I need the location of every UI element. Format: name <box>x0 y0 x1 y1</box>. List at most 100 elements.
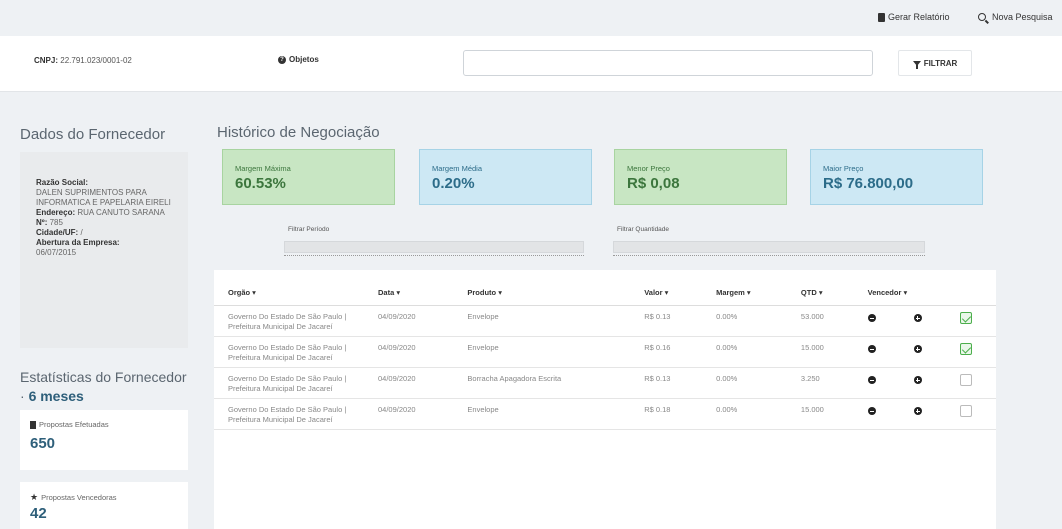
checkbox-cell <box>946 305 996 337</box>
gerar-relatorio-link[interactable]: Gerar Relatório <box>878 12 950 22</box>
filtrar-quantidade-slider[interactable] <box>613 241 925 253</box>
fornecedor-title: Dados do Fornecedor <box>20 126 166 143</box>
estatisticas-title: Estatísticas do Fornecedor · 6 meses <box>20 369 187 404</box>
endereco-label: Endereço: <box>36 208 76 217</box>
table-header-row: Orgão ▾ Data ▾ Produto ▾ Valor ▾ Margem … <box>214 270 996 306</box>
estatisticas-title-text: Estatísticas do Fornecedor <box>20 369 187 385</box>
filtrar-quantidade-label: Filtrar Quantidade <box>617 226 670 233</box>
plus-cell <box>899 398 947 430</box>
qtd-cell: 15.000 <box>786 398 854 430</box>
valor-cell: R$ 0.13 <box>630 305 703 337</box>
filtrar-button[interactable]: FILTRAR <box>898 50 972 76</box>
margem-cell: 0.00% <box>702 305 787 337</box>
filter-bar: CNPJ: 22.791.023/0001-02 ? Objetos FILTR… <box>0 36 1062 92</box>
propostas-vencedoras-label: Propostas Vencedoras <box>41 493 117 502</box>
gerar-relatorio-label: Gerar Relatório <box>888 12 950 22</box>
checkbox-cell <box>946 367 996 399</box>
question-icon: ? <box>278 55 286 64</box>
star-icon: ★ <box>30 492 39 502</box>
plus-cell <box>899 305 947 337</box>
search-icon <box>978 13 986 21</box>
maior-preco-value: R$ 76.800,00 <box>823 175 914 192</box>
margem-cell: 0.00% <box>702 336 787 368</box>
filtrar-periodo-slider[interactable] <box>284 241 584 253</box>
propostas-efetuadas-value: 650 <box>30 435 56 452</box>
document-icon <box>30 420 36 429</box>
col-qtd[interactable]: QTD ▾ <box>786 270 854 306</box>
valor-cell: R$ 0.18 <box>630 398 703 430</box>
maior-preco-card: Maior Preço R$ 76.800,00 <box>810 149 983 205</box>
col-data[interactable]: Data ▾ <box>364 270 454 306</box>
filtrar-quantidade-slider-group: Filtrar Quantidade <box>613 226 925 259</box>
col-valor[interactable]: Valor ▾ <box>630 270 703 306</box>
col-produto[interactable]: Produto ▾ <box>453 270 631 306</box>
abertura-value: 06/07/2015 <box>36 248 77 257</box>
orgao-cell: Governo Do Estado De São Paulo | Prefeit… <box>214 305 364 337</box>
table-row: Governo Do Estado De São Paulo | Prefeit… <box>214 305 996 337</box>
row-checkbox[interactable] <box>960 343 973 355</box>
row-checkbox[interactable] <box>960 374 973 386</box>
maior-preco-label: Maior Preço <box>823 164 864 173</box>
minus-circle-icon[interactable] <box>867 314 876 322</box>
plus-circle-icon[interactable] <box>913 345 922 353</box>
razao-label: Razão Social: <box>36 178 89 187</box>
produto-cell: Envelope <box>453 398 631 430</box>
orgao-cell: Governo Do Estado De São Paulo | Prefeit… <box>214 336 364 368</box>
qtd-cell: 3.250 <box>786 367 854 399</box>
plus-circle-icon[interactable] <box>913 376 922 384</box>
margem-maxima-value: 60.53% <box>235 175 286 192</box>
minus-cell <box>853 336 900 368</box>
fornecedor-card: Razão Social: DALEN SUPRIMENTOS PARA INF… <box>20 152 188 348</box>
col-select <box>946 270 996 306</box>
negociacao-table-card: Orgão ▾ Data ▾ Produto ▾ Valor ▾ Margem … <box>214 270 996 529</box>
checkbox-cell <box>946 398 996 430</box>
menor-preco-label: Menor Preço <box>627 164 670 173</box>
valor-cell: R$ 0.16 <box>630 336 703 368</box>
orgao-cell: Governo Do Estado De São Paulo | Prefeit… <box>214 367 364 399</box>
propostas-efetuadas-card: Propostas Efetuadas 650 <box>20 410 188 470</box>
propostas-vencedoras-card: ★ Propostas Vencedoras 42 <box>20 482 188 529</box>
nova-pesquisa-link[interactable]: Nova Pesquisa <box>978 12 1053 22</box>
endereco-value: RUA CANUTO SARANA <box>77 208 165 217</box>
minus-circle-icon[interactable] <box>867 407 876 415</box>
cnpj-value: 22.791.023/0001-02 <box>60 56 132 65</box>
estatisticas-period: 6 meses <box>28 388 84 404</box>
qtd-cell: 15.000 <box>786 336 854 368</box>
col-margem[interactable]: Margem ▾ <box>702 270 787 306</box>
produto-cell: Borracha Apagadora Escrita <box>453 367 631 399</box>
filtrar-periodo-slider-group: Filtrar Período <box>284 226 584 259</box>
abertura-label: Abertura da Empresa: <box>36 238 120 247</box>
col-orgao[interactable]: Orgão ▾ <box>214 270 364 306</box>
cnpj-field: CNPJ: 22.791.023/0001-02 <box>34 56 132 65</box>
minus-cell <box>853 398 900 430</box>
qtd-cell: 53.000 <box>786 305 854 337</box>
row-checkbox[interactable] <box>960 405 973 417</box>
objetos-input[interactable] <box>463 50 873 76</box>
plus-cell <box>899 336 947 368</box>
data-cell: 04/09/2020 <box>364 367 454 399</box>
valor-cell: R$ 0.13 <box>630 367 703 399</box>
cidade-label: Cidade/UF: <box>36 228 79 237</box>
minus-circle-icon[interactable] <box>867 376 876 384</box>
margem-maxima-card: Margem Máxima 60.53% <box>222 149 395 205</box>
filtrar-periodo-label: Filtrar Período <box>288 226 330 233</box>
top-bar: Gerar Relatório Nova Pesquisa <box>0 0 1062 36</box>
data-cell: 04/09/2020 <box>364 305 454 337</box>
razao-value: DALEN SUPRIMENTOS PARA INFORMATICA E PAP… <box>36 188 171 207</box>
quantidade-ticks <box>613 255 925 259</box>
col-vencedor[interactable]: Vencedor ▾ <box>853 270 947 306</box>
table-row: Governo Do Estado De São Paulo | Prefeit… <box>214 398 996 430</box>
propostas-vencedoras-value: 42 <box>30 505 47 522</box>
plus-cell <box>899 367 947 399</box>
plus-circle-icon[interactable] <box>913 314 922 322</box>
cnpj-label: CNPJ: <box>34 56 59 65</box>
objetos-label-group: ? Objetos <box>278 55 319 64</box>
historico-title: Histórico de Negociação <box>217 124 380 141</box>
margem-maxima-label: Margem Máxima <box>235 164 291 173</box>
periodo-ticks <box>284 255 584 259</box>
filter-icon <box>912 60 921 69</box>
minus-circle-icon[interactable] <box>867 345 876 353</box>
margem-media-value: 0.20% <box>432 175 475 192</box>
row-checkbox[interactable] <box>960 312 973 324</box>
plus-circle-icon[interactable] <box>913 407 922 415</box>
